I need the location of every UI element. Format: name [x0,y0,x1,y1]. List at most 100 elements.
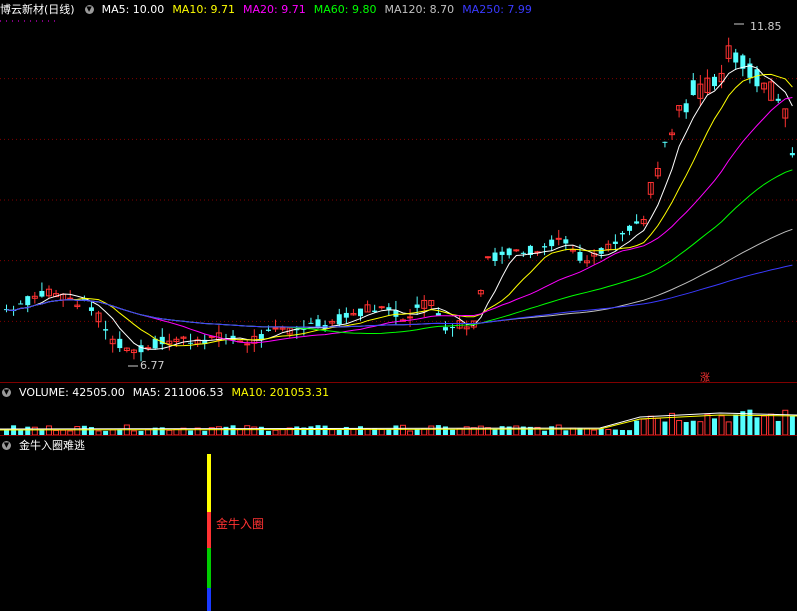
chevron-down-icon[interactable]: ▼ [2,387,11,397]
candle [499,251,505,255]
volume-bar [477,425,484,435]
candle [484,256,491,259]
candle [683,103,689,113]
volume-bar [230,425,236,435]
low-price-label: 6.77 [140,359,165,372]
volume-bar [718,415,725,435]
ma-line [6,169,793,334]
ma-legend-item: MA250: 7.99 [462,2,532,16]
ma-line [6,73,793,347]
chart-header: 博云新材(日线) ▼ MA5: 10.00 MA10: 9.71 MA20: 9.7… [0,0,797,18]
candle [542,246,548,248]
volume-bar [435,425,441,435]
volume-label: VOLUME: 42505.00 [19,385,125,399]
ma-legend: MA5: 10.00 MA10: 9.71 MA20: 9.71 MA60: 9.80… [102,3,540,16]
candle [315,319,321,328]
candle [563,239,569,244]
volume-bar [499,426,505,435]
chevron-down-icon[interactable]: ▼ [2,440,11,450]
volume-bar [754,417,760,435]
candle [378,306,385,309]
volume-bar [74,426,81,435]
candle [690,80,696,96]
candle [513,249,520,252]
volume-bar [669,412,676,435]
candle [25,296,31,306]
volume-bar [690,420,696,435]
candle [577,251,583,261]
volume-bar [258,426,264,435]
volume-bar [31,426,38,435]
candle [619,232,625,235]
volume-bar [683,422,689,435]
candle [244,343,251,346]
volume-bar [761,415,768,435]
ma-legend-item: MA10: 9.71 [172,2,236,16]
candle [442,327,448,331]
candle [612,241,618,244]
candle [435,313,441,316]
candle [308,322,314,324]
ma-legend-item: MA60: 9.80 [313,2,377,16]
volume-header: ▼ VOLUME: 42505.00 MA5: 211006.53 MA10: … [0,383,797,401]
volume-bar [442,426,448,435]
candle [627,225,633,231]
volume-bar [733,414,739,435]
signal-bar [207,512,211,548]
volume-bar [725,421,732,435]
volume-bar [513,425,520,435]
candle [67,297,74,300]
volume-bar [358,426,363,435]
candle [520,252,526,254]
volume-bar [555,424,562,435]
candle [662,141,668,143]
volume-bar [399,424,406,435]
indicator-header: ▼ 金牛入圈难逃 [0,436,797,454]
chevron-down-icon[interactable]: ▼ [84,4,94,14]
candle [272,327,279,330]
stock-title: 博云新材(日线) [0,3,75,16]
volume-ma5-label: MA5: 211006.53 [132,385,224,399]
ma-legend-item: MA120: 8.70 [384,2,455,16]
volume-bar [315,425,321,435]
volume-bar [704,414,711,435]
ma-line [6,264,793,328]
candle [450,327,456,329]
volume-bar [789,415,795,435]
volume-bar [88,427,94,435]
volume-bar [662,421,668,435]
volume-bar [322,425,328,435]
indicator-title: 金牛入圈难逃 [19,439,85,452]
candle [634,221,640,224]
ma-legend-item: MA20: 9.71 [243,2,306,16]
volume-bar [676,420,683,435]
signal-bar [207,588,211,611]
signal-label: 金牛入圈 [216,517,265,531]
price-chart[interactable] [0,18,797,382]
candle [265,329,271,331]
indicator-chart[interactable] [0,454,797,611]
candle [343,312,349,318]
candle [18,303,24,305]
candle [39,290,45,297]
candle [152,338,158,349]
volume-chart[interactable] [0,401,797,435]
candle [407,316,414,319]
volume-bar [81,425,87,435]
candle [386,307,392,310]
volume-bar [634,420,640,435]
candle [733,52,739,63]
volume-bar [428,425,435,435]
signal-bar [207,454,211,512]
ma-line [6,65,793,350]
high-price-label: 11.85 [750,20,782,33]
candle [103,329,109,331]
candle [88,307,94,311]
volume-bar [768,413,775,435]
candle [117,338,123,349]
candle [506,248,512,256]
candle [188,342,194,344]
volume-bar [223,426,229,435]
ma-line [6,228,793,328]
volume-bar [308,426,314,435]
